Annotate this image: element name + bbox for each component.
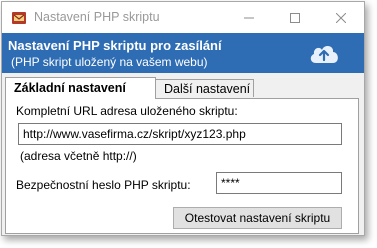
dialog-window: Nastavení PHP skriptu Nastavení PHP skri…	[1, 1, 365, 236]
test-script-button[interactable]: Otestovat nastavení skriptu	[173, 207, 342, 229]
url-label: Kompletní URL adresa uloženého skriptu:	[16, 104, 238, 118]
close-icon	[336, 12, 346, 23]
window-title: Nastavení PHP skriptu	[34, 10, 160, 24]
tab-basic-settings[interactable]: Základní nastavení	[5, 77, 156, 99]
maximize-button[interactable]	[272, 2, 318, 33]
url-hint: (adresa včetně http://)	[20, 149, 137, 163]
url-input[interactable]: http://www.vasefirma.cz/skript/xyz123.ph…	[18, 123, 342, 145]
password-input[interactable]: ****	[216, 172, 342, 194]
cloud-upload-icon	[310, 46, 338, 63]
banner-subtitle: (PHP skript uložený na vašem webu)	[11, 55, 208, 69]
title-bar: Nastavení PHP skriptu	[2, 2, 364, 33]
app-icon	[12, 12, 26, 24]
tab-other-settings[interactable]: Další nastavení	[156, 79, 254, 97]
minimize-button[interactable]	[226, 2, 272, 33]
header-banner: Nastavení PHP skriptu pro zasílání (PHP …	[2, 33, 364, 73]
minimize-icon	[244, 17, 254, 18]
close-button[interactable]	[318, 2, 364, 33]
maximize-icon	[290, 12, 300, 23]
password-label: Bezpečnostní heslo PHP skriptu:	[16, 178, 191, 192]
tab-panel: Kompletní URL adresa uloženého skriptu: …	[5, 98, 359, 234]
banner-title: Nastavení PHP skriptu pro zasílání	[8, 38, 222, 53]
